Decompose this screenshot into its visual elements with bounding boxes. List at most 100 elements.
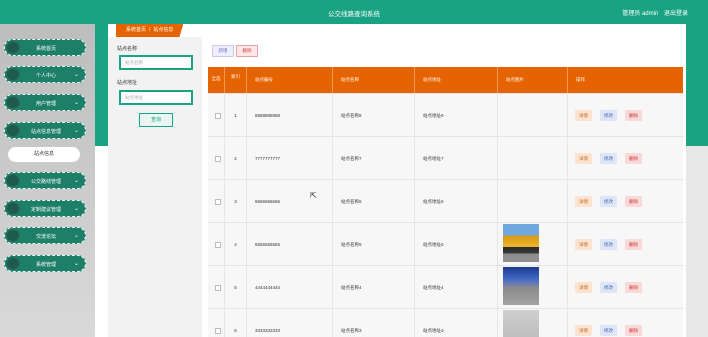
user-label: 管理员 admin	[622, 11, 659, 17]
edit-button[interactable]: 修改	[600, 153, 617, 164]
chevron-down-icon: ⌄	[73, 178, 79, 184]
index-cell: 1	[225, 94, 247, 137]
actions-header: 操作	[576, 77, 585, 82]
query-button[interactable]: 查询	[139, 113, 173, 127]
table-row: 2 7777777777 站点名称7 站点地址7 详情 修改 删除	[208, 136, 683, 180]
row-delete-button[interactable]: 删除	[625, 153, 642, 164]
sidebar-item-user-management[interactable]: 用户管理 ⌄	[4, 94, 86, 111]
name-cell: 站点名称5	[333, 223, 415, 266]
address-header: 站点地址	[415, 67, 498, 93]
number-cell: 8888888888	[247, 94, 333, 137]
address-cell: 站点地址3	[415, 309, 498, 337]
row-delete-button[interactable]: 删除	[625, 110, 642, 121]
breadcrumb-home[interactable]: 系统首页	[126, 27, 146, 33]
edit-button[interactable]: 修改	[600, 239, 617, 250]
detail-button[interactable]: 详情	[575, 153, 592, 164]
station-name-input[interactable]: 站点名称	[119, 55, 193, 70]
row-delete-button[interactable]: 删除	[625, 325, 642, 336]
number-cell: 6666666666	[247, 180, 333, 223]
number-cell: 7777777777	[247, 137, 333, 180]
menu-icon	[6, 96, 20, 109]
search-panel: 站点名称 站点名称 站点地址 站点地址 查询	[108, 37, 202, 337]
background-panel-right	[686, 146, 708, 337]
breadcrumb-current: 站点信息	[153, 27, 174, 33]
select-all-header[interactable]: 全选	[208, 67, 225, 93]
image-cell	[498, 137, 568, 180]
edit-button[interactable]: 修改	[600, 282, 617, 293]
menu-icon	[6, 124, 20, 137]
row-delete-button[interactable]: 删除	[625, 196, 642, 207]
row-checkbox[interactable]	[215, 199, 221, 205]
name-header: 站点名称	[333, 67, 415, 93]
breadcrumb-separator: /	[149, 27, 151, 33]
sidebar-item-suggestion-management[interactable]: 定制建议管理 ⌄	[4, 200, 86, 217]
sidebar-item-label: 系统管理	[35, 262, 56, 268]
chevron-down-icon: ⌄	[73, 261, 79, 267]
main-content: 系统首页 / 站点信息 站点名称 站点名称 站点地址 站点地址 查询 新增 删除 全…	[108, 24, 686, 337]
sidebar-item-home[interactable]: 系统首页	[4, 39, 86, 56]
address-cell: 站点地址5	[415, 223, 498, 266]
number-header: 站点编号	[247, 67, 333, 93]
chevron-down-icon: ⌄	[73, 233, 79, 239]
image-header: 站点图片	[498, 67, 568, 93]
row-checkbox[interactable]	[215, 285, 221, 291]
sidebar-item-label: 交流论坛	[35, 234, 56, 240]
station-table: 全选 索引 站点编号 站点名称 站点地址 站点图片 操作 1 8888888888…	[208, 67, 683, 337]
station-name-label: 站点名称	[117, 46, 138, 52]
index-cell: 6	[225, 309, 247, 337]
station-photo	[503, 267, 539, 305]
row-checkbox[interactable]	[215, 328, 221, 334]
index-cell: 5	[225, 266, 247, 309]
select-cell	[208, 94, 225, 137]
detail-button[interactable]: 详情	[575, 239, 592, 250]
sidebar-item-personal-center[interactable]: 个人中心 ⌄	[4, 66, 86, 83]
detail-button[interactable]: 详情	[575, 282, 592, 293]
row-delete-button[interactable]: 删除	[625, 282, 642, 293]
sidebar-item-bus-route-management[interactable]: 公交路线管理 ⌄	[4, 172, 86, 189]
sidebar-item-station-management[interactable]: 站点信息管理 ⌄	[4, 122, 86, 139]
add-button[interactable]: 新增	[212, 45, 234, 57]
row-delete-button[interactable]: 删除	[625, 239, 642, 250]
table-row: 4 5555555555 站点名称5 站点地址5 详情 修改 删除	[208, 222, 683, 266]
row-checkbox[interactable]	[215, 113, 221, 119]
edit-button[interactable]: 修改	[600, 325, 617, 336]
detail-button[interactable]: 详情	[575, 325, 592, 336]
index-cell: 3	[225, 180, 247, 223]
chevron-down-icon: ⌄	[73, 100, 79, 106]
app-title: 公交线路查询系统	[328, 11, 380, 18]
station-address-label: 站点地址	[117, 80, 138, 86]
row-checkbox[interactable]	[215, 242, 221, 248]
station-photo	[503, 310, 539, 337]
sidebar-subitem-station-info[interactable]: 站点信息	[8, 147, 80, 162]
breadcrumb: 系统首页 / 站点信息	[116, 24, 184, 37]
delete-button[interactable]: 删除	[236, 45, 258, 57]
detail-button[interactable]: 详情	[575, 196, 592, 207]
detail-button[interactable]: 详情	[575, 110, 592, 121]
name-cell: 站点名称3	[333, 309, 415, 337]
table-row: 1 8888888888 站点名称8 站点地址8 详情 修改 删除	[208, 93, 683, 137]
address-cell: 站点地址7	[415, 137, 498, 180]
address-cell: 站点地址8	[415, 94, 498, 137]
select-cell	[208, 309, 225, 337]
sidebar-item-system-management[interactable]: 系统管理 ⌄	[4, 255, 86, 272]
name-cell: 站点名称7	[333, 137, 415, 180]
user-area: 管理员 admin 退出登录	[618, 8, 688, 17]
chevron-down-icon: ⌄	[73, 72, 79, 78]
menu-icon	[6, 174, 20, 187]
edit-button[interactable]: 修改	[600, 196, 617, 207]
image-cell	[498, 94, 568, 137]
sidebar-item-forum[interactable]: 交流论坛 ⌄	[4, 227, 86, 244]
edit-button[interactable]: 修改	[600, 110, 617, 121]
table-row: 6 3333333333 站点名称3 站点地址3 详情 修改 删除	[208, 308, 683, 337]
sidebar-item-label: 系统首页	[35, 46, 56, 52]
name-cell: 站点名称6	[333, 180, 415, 223]
select-cell	[208, 180, 225, 223]
row-checkbox[interactable]	[215, 156, 221, 162]
station-photo	[503, 224, 539, 262]
station-address-input[interactable]: 站点地址	[119, 90, 193, 105]
number-cell: 3333333333	[247, 309, 333, 337]
number-cell: 4444444444	[247, 266, 333, 309]
select-cell	[208, 137, 225, 180]
header-label: 全选	[211, 76, 221, 81]
logout-link[interactable]: 退出登录	[664, 11, 688, 17]
